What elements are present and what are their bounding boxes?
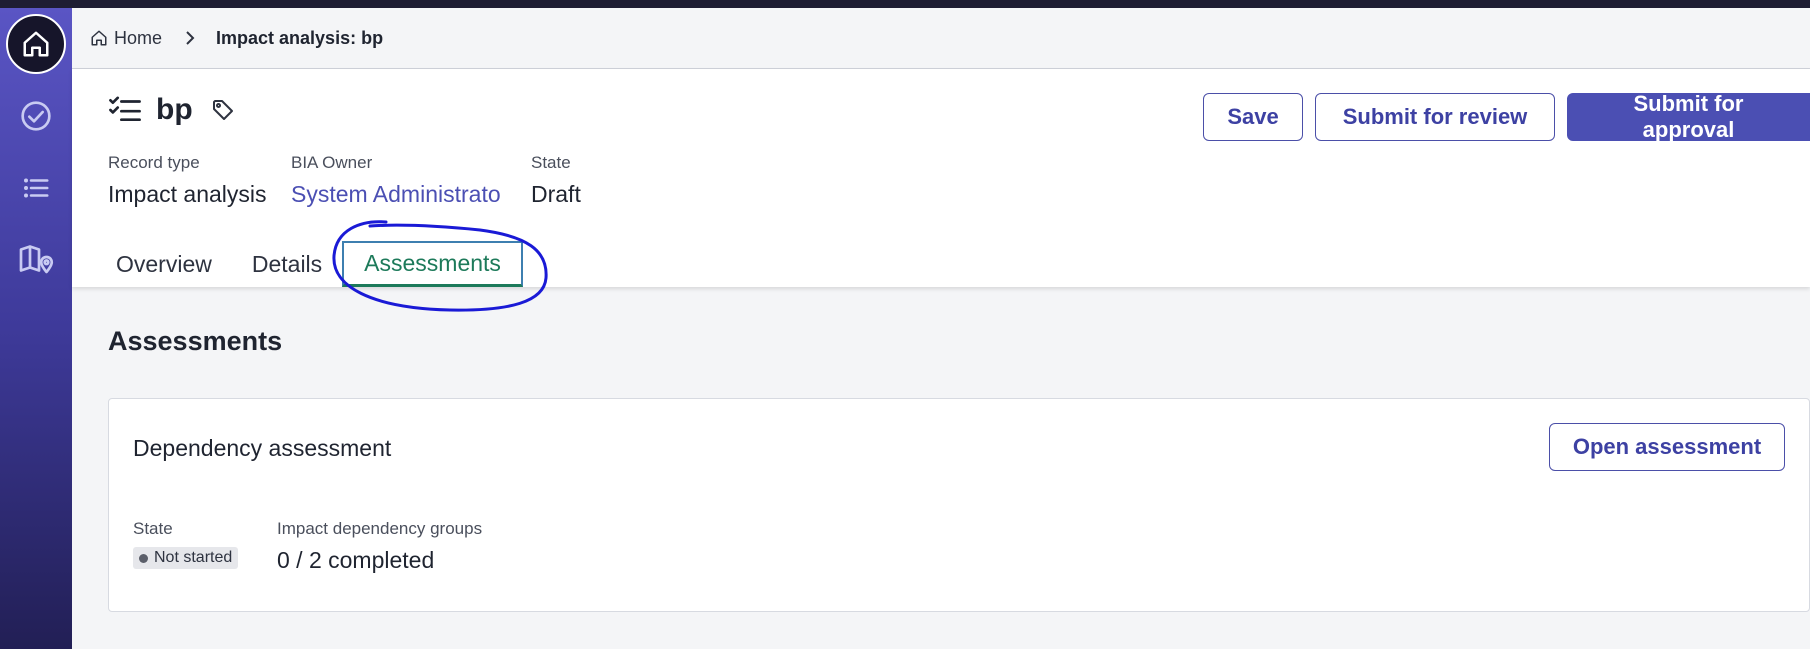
header-actions: Save Submit for review Submit for approv… (1203, 91, 1810, 142)
card-title: Dependency assessment (133, 435, 392, 461)
page-title: bp (156, 93, 193, 126)
sidebar-item-lists[interactable] (6, 158, 66, 218)
breadcrumb: Home Impact analysis: bp (72, 8, 1810, 69)
tag-icon[interactable] (211, 98, 235, 122)
checklist-icon (109, 96, 141, 122)
card-state-field: State Not started (133, 519, 253, 574)
home-icon (91, 30, 107, 46)
section-title: Assessments (108, 326, 283, 356)
record-header: bp Save Submit for review Submit for app… (72, 69, 1810, 287)
list-icon (24, 178, 49, 198)
check-circle-icon (21, 101, 51, 131)
submit-for-review-button[interactable]: Submit for review (1315, 93, 1555, 141)
sidebar-item-tasks[interactable] (6, 86, 66, 146)
breadcrumb-home-label: Home (114, 27, 163, 48)
bia-owner-link[interactable]: System Administrato (291, 181, 507, 208)
tab-assessments[interactable]: Assessments (342, 241, 523, 287)
chevron-right-icon (184, 31, 196, 45)
status-dot-icon (139, 553, 148, 563)
sidebar-item-home[interactable] (6, 14, 66, 74)
field-bia-owner: BIA Owner System Administrato (291, 153, 507, 208)
record-fields: Record type Impact analysis BIA Owner Sy… (108, 153, 581, 208)
breadcrumb-current: Impact analysis: bp (216, 27, 384, 48)
sidebar (0, 8, 72, 649)
open-assessment-button[interactable]: Open assessment (1549, 423, 1785, 471)
save-button[interactable]: Save (1203, 93, 1303, 141)
tab-overview[interactable]: Overview (96, 241, 232, 287)
tab-bar: Overview Details Assessments (96, 237, 523, 287)
home-icon (23, 31, 49, 57)
status-badge: Not started (133, 547, 239, 569)
sidebar-item-map[interactable] (6, 230, 66, 290)
map-pin-icon (19, 245, 54, 274)
card-groups-field: Impact dependency groups 0 / 2 completed (277, 519, 483, 573)
dependency-assessment-card: Dependency assessment Open assessment St… (108, 398, 1810, 612)
card-fields: State Not started Impact dependency grou… (133, 519, 482, 574)
top-bar (0, 0, 1810, 8)
field-record-type: Record type Impact analysis (108, 153, 267, 207)
submit-for-approval-button[interactable]: Submit for approval (1567, 91, 1810, 142)
field-state: State Draft (531, 153, 581, 207)
tab-details[interactable]: Details (232, 241, 342, 287)
breadcrumb-home-link[interactable]: Home (90, 28, 162, 49)
